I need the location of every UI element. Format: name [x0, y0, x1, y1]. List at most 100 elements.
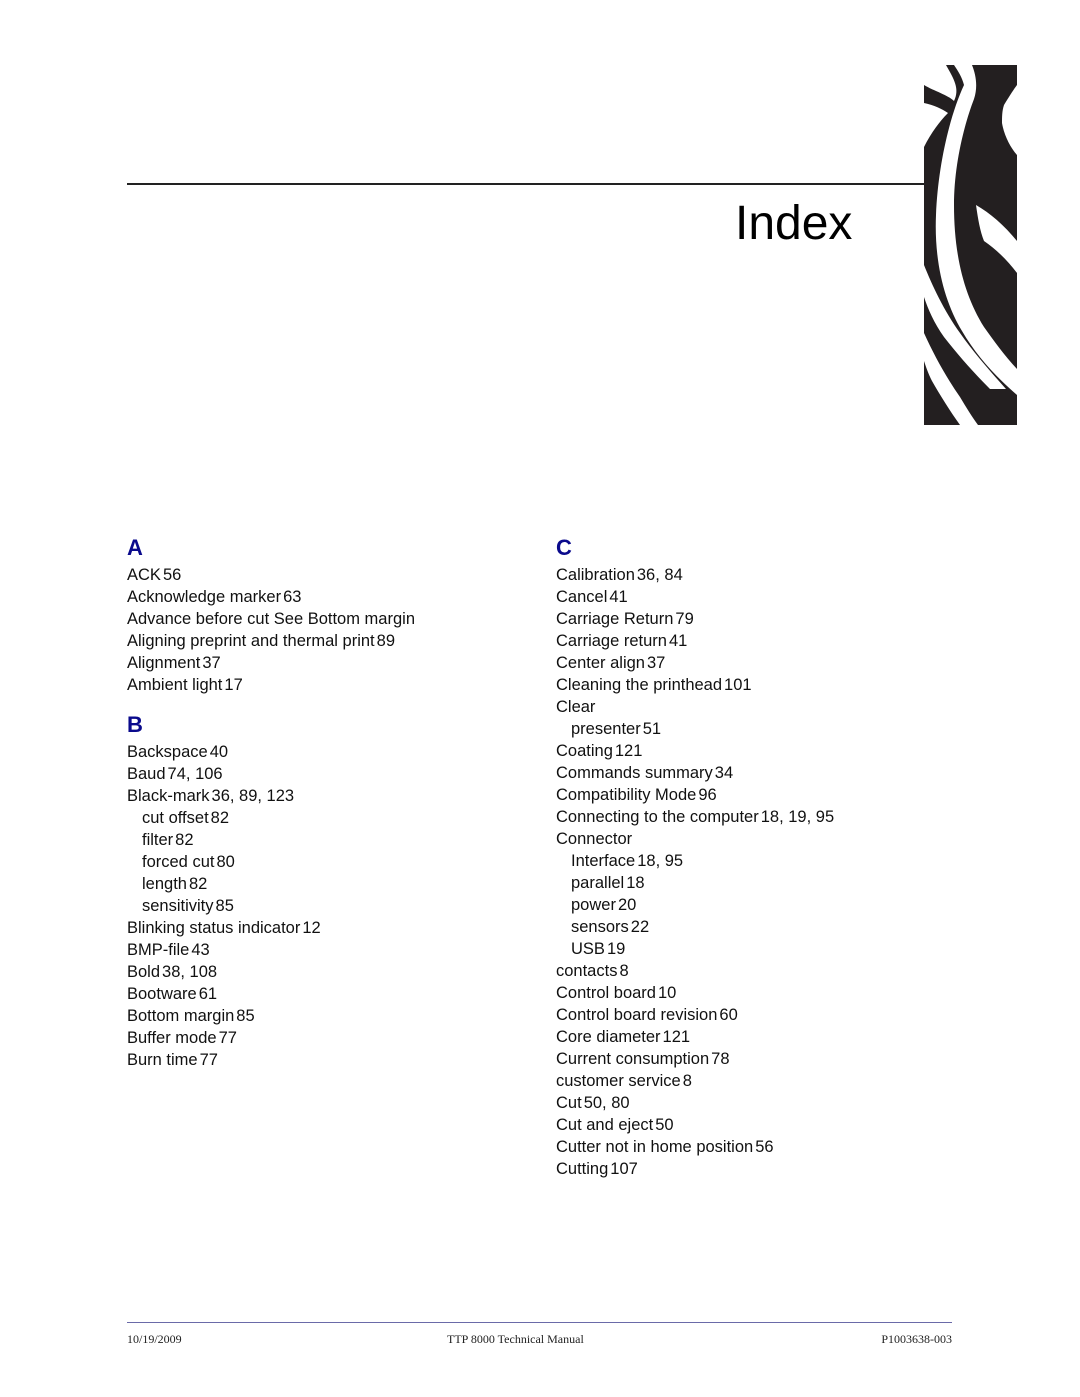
index-page-numbers[interactable]: 56 — [755, 1138, 773, 1156]
index-page-numbers[interactable]: 60 — [719, 1006, 737, 1024]
index-page-numbers[interactable]: 12 — [302, 919, 320, 937]
index-page-numbers[interactable]: 82 — [175, 831, 193, 849]
index-term: presenter — [571, 720, 641, 738]
index-page-numbers[interactable]: 61 — [199, 985, 217, 1003]
index-page-numbers[interactable]: 77 — [200, 1051, 218, 1069]
index-entry[interactable]: Compatibility Mode 96 — [556, 784, 834, 806]
index-subentry[interactable]: forced cut 80 — [127, 851, 415, 873]
index-page-numbers[interactable]: 85 — [216, 897, 234, 915]
index-page-numbers[interactable]: 56 — [163, 566, 181, 584]
index-page-numbers[interactable]: 74, 106 — [168, 765, 223, 783]
index-page-numbers[interactable]: 82 — [211, 809, 229, 827]
index-page-numbers[interactable]: 51 — [643, 720, 661, 738]
index-entry[interactable]: Cancel 41 — [556, 586, 834, 608]
index-page-numbers[interactable]: 8 — [683, 1072, 692, 1090]
index-page-numbers[interactable]: 19 — [607, 940, 625, 958]
index-entry[interactable]: Bold 38, 108 — [127, 961, 415, 983]
index-term: Bottom margin — [127, 1007, 235, 1025]
index-entry[interactable]: Center align 37 — [556, 652, 834, 674]
index-page-numbers[interactable]: 37 — [202, 654, 220, 672]
index-page-numbers[interactable]: 22 — [631, 918, 649, 936]
index-page-numbers[interactable]: 20 — [618, 896, 636, 914]
index-page-numbers[interactable]: 50, 80 — [584, 1094, 630, 1112]
index-page-numbers[interactable]: 36, 89, 123 — [212, 787, 295, 805]
index-entry[interactable]: Cut 50, 80 — [556, 1092, 834, 1114]
index-entry[interactable]: Cut and eject 50 — [556, 1114, 834, 1136]
index-entry[interactable]: Acknowledge marker 63 — [127, 586, 415, 608]
index-page-numbers[interactable]: 101 — [724, 676, 752, 694]
index-entry[interactable]: Commands summary 34 — [556, 762, 834, 784]
index-page-numbers[interactable]: 37 — [647, 654, 665, 672]
index-entry[interactable]: Cutter not in home position 56 — [556, 1136, 834, 1158]
index-entry[interactable]: Carriage return 41 — [556, 630, 834, 652]
index-entry[interactable]: Aligning preprint and thermal print 89 — [127, 630, 415, 652]
index-page-numbers[interactable]: 40 — [210, 743, 228, 761]
index-page-numbers[interactable]: 63 — [283, 588, 301, 606]
index-subentry[interactable]: Interface 18, 95 — [556, 850, 834, 872]
index-entry[interactable]: ACK 56 — [127, 564, 415, 586]
index-page-numbers[interactable]: 43 — [191, 941, 209, 959]
index-entry[interactable]: Bottom margin 85 — [127, 1005, 415, 1027]
index-entry[interactable]: Cutting 107 — [556, 1158, 834, 1180]
index-subentry[interactable]: parallel 18 — [556, 872, 834, 894]
index-page-numbers[interactable]: 78 — [711, 1050, 729, 1068]
index-entry[interactable]: Connector — [556, 828, 834, 850]
index-entry[interactable]: Core diameter 121 — [556, 1026, 834, 1048]
index-page-numbers[interactable]: 96 — [698, 786, 716, 804]
index-page-numbers[interactable]: 38, 108 — [162, 963, 217, 981]
index-page-numbers[interactable]: 89 — [377, 632, 395, 650]
index-page-numbers[interactable]: 17 — [224, 676, 242, 694]
index-subentry[interactable]: filter 82 — [127, 829, 415, 851]
index-subentry[interactable]: sensors 22 — [556, 916, 834, 938]
index-subentry[interactable]: USB 19 — [556, 938, 834, 960]
index-entry[interactable]: Cleaning the printhead 101 — [556, 674, 834, 696]
index-page-numbers[interactable]: 18, 19, 95 — [761, 808, 834, 826]
index-page-numbers[interactable]: 8 — [619, 962, 628, 980]
index-entry[interactable]: Connecting to the computer 18, 19, 95 — [556, 806, 834, 828]
index-entry[interactable]: Control board revision 60 — [556, 1004, 834, 1026]
index-page-numbers[interactable]: 79 — [675, 610, 693, 628]
index-entry[interactable]: Blinking status indicator 12 — [127, 917, 415, 939]
index-entry[interactable]: Current consumption 78 — [556, 1048, 834, 1070]
index-entry[interactable]: Baud 74, 106 — [127, 763, 415, 785]
index-term: Interface — [571, 852, 636, 870]
index-entry[interactable]: Bootware 61 — [127, 983, 415, 1005]
index-subentry[interactable]: cut offset 82 — [127, 807, 415, 829]
index-page-numbers[interactable]: 107 — [610, 1160, 638, 1178]
index-entry[interactable]: Coating 121 — [556, 740, 834, 762]
index-page-numbers[interactable]: 34 — [715, 764, 733, 782]
index-entry[interactable]: Backspace 40 — [127, 741, 415, 763]
index-page-numbers[interactable]: 36, 84 — [637, 566, 683, 584]
index-entry[interactable]: Buffer mode 77 — [127, 1027, 415, 1049]
index-page-numbers[interactable]: 85 — [236, 1007, 254, 1025]
index-entry[interactable]: Alignment 37 — [127, 652, 415, 674]
index-entry[interactable]: Black-mark 36, 89, 123 — [127, 785, 415, 807]
index-page-numbers[interactable]: 41 — [609, 588, 627, 606]
index-entry[interactable]: Control board 10 — [556, 982, 834, 1004]
index-page-numbers[interactable]: 77 — [219, 1029, 237, 1047]
index-term: Acknowledge marker — [127, 588, 282, 606]
index-page-numbers[interactable]: 121 — [615, 742, 643, 760]
index-entry[interactable]: Burn time 77 — [127, 1049, 415, 1071]
index-entry[interactable]: Carriage Return 79 — [556, 608, 834, 630]
index-entry[interactable]: Calibration 36, 84 — [556, 564, 834, 586]
index-page-numbers[interactable]: 121 — [663, 1028, 691, 1046]
index-page-numbers[interactable]: 80 — [216, 853, 234, 871]
index-entry[interactable]: BMP-file 43 — [127, 939, 415, 961]
index-entry[interactable]: Clear — [556, 696, 834, 718]
index-subentry[interactable]: length 82 — [127, 873, 415, 895]
index-page-numbers[interactable]: 18, 95 — [637, 852, 683, 870]
index-subentry[interactable]: sensitivity 85 — [127, 895, 415, 917]
index-subentry[interactable]: presenter 51 — [556, 718, 834, 740]
index-entry[interactable]: Advance before cut See Bottom margin — [127, 608, 415, 630]
index-page-numbers[interactable]: 41 — [669, 632, 687, 650]
index-entry[interactable]: Ambient light 17 — [127, 674, 415, 696]
index-page-numbers[interactable]: 18 — [626, 874, 644, 892]
index-subentry[interactable]: power 20 — [556, 894, 834, 916]
index-page-numbers[interactable]: 10 — [658, 984, 676, 1002]
index-entry[interactable]: contacts 8 — [556, 960, 834, 982]
index-entry[interactable]: customer service 8 — [556, 1070, 834, 1092]
index-term: Control board — [556, 984, 656, 1002]
index-page-numbers[interactable]: 82 — [189, 875, 207, 893]
index-page-numbers[interactable]: 50 — [655, 1116, 673, 1134]
